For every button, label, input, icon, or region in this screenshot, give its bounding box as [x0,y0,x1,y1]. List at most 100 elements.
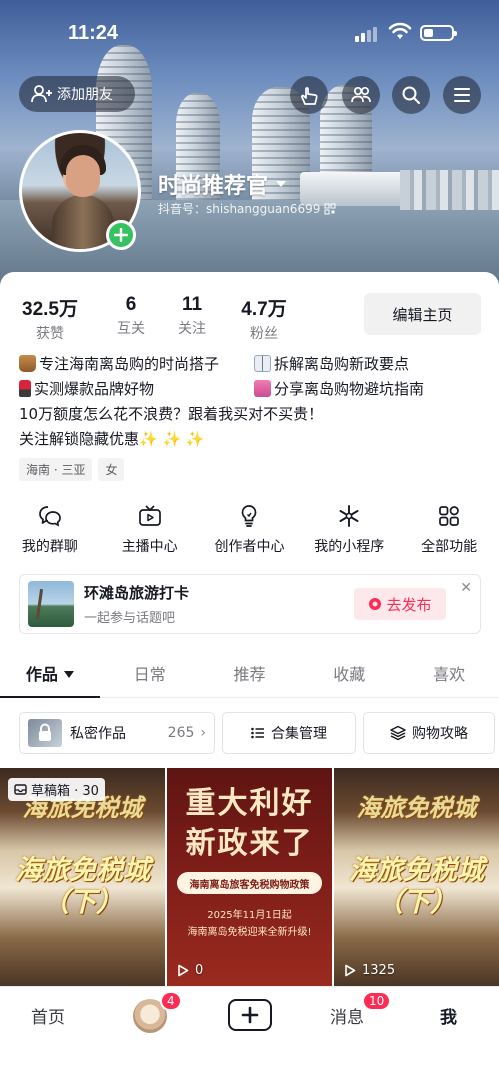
thumbnail-title: 重大利好 [185,786,314,821]
thumbnail-desc: 海南离岛免税迎来全新升级! [187,927,312,938]
draft-box-icon [14,784,27,795]
topic-card[interactable]: 环滩岛旅游打卡 一起参与话题吧 去发布 ✕ [19,574,481,634]
tab-works[interactable]: 作品 [0,654,100,698]
topic-title: 环滩岛旅游打卡 [84,584,190,602]
nav-me[interactable]: 我 [440,1003,457,1028]
video-thumbnail-drafts[interactable]: 海旅免税城 海旅免税城 （下） 草稿箱 · 30 [0,768,165,986]
followers-button[interactable] [342,76,380,114]
tool-streamer-center[interactable]: 主播中心 [100,504,200,556]
video-thumbnail[interactable]: 海旅免税城 海旅免税城 （下） 1325 [334,768,499,986]
private-works-button[interactable]: 私密作品 265 › [19,712,215,754]
go-post-button[interactable]: 去发布 [354,588,446,620]
status-bar: 11:24 [0,0,499,66]
stat-fans[interactable]: 4.7万 粉丝 [237,294,291,343]
stat-value: 32.5万 [22,299,78,320]
plus-icon [114,228,128,242]
status-time: 11:24 [68,22,119,44]
tab-likes[interactable]: 喜欢 [399,654,499,697]
handbag-icon [19,355,36,372]
chevron-down-icon [276,181,287,187]
thumbnail-date: 2025年11月1日起 [207,910,292,921]
video-thumbnail[interactable]: 重大利好 新政来了 海南离岛旅客免税购物政策 2025年11月1日起 海南离岛免… [167,768,332,986]
content-tabs: 作品 日常 推荐 收藏 喜欢 [0,654,499,698]
stat-value: 6 [125,294,137,315]
create-button[interactable] [228,999,272,1031]
cell-signal-icon [355,27,377,42]
edit-profile-button[interactable]: 编辑主页 [364,293,481,335]
tool-my-mini-programs[interactable]: 我的小程序 [299,504,399,556]
shopping-guide-label: 购物攻略 [412,726,468,742]
location-tag[interactable]: 海南 · 三亚 [19,458,93,481]
stats-row: 32.5万 获赞 6 互关 11 关注 4.7万 粉丝 [19,294,291,343]
stat-value: 4.7万 [241,299,287,320]
play-count-value: 1325 [362,963,396,978]
people-icon [351,86,371,103]
tab-label: 作品 [25,665,58,684]
menu-button[interactable] [443,76,481,114]
wifi-icon [388,22,412,39]
douyin-id[interactable]: 抖音号：shishangguan6699 [158,200,336,217]
layers-icon [390,725,406,741]
thumbnail-pill: 海南离岛旅客免税购物政策 [177,872,322,894]
asterisk-icon [339,505,359,527]
bio-text: 实测爆款品牌好物 [34,380,155,398]
tap-hand-icon [301,87,318,105]
gender-tag[interactable]: 女 [98,458,125,481]
play-count: 0 [177,963,203,978]
avatar-body [52,195,114,249]
grid-apps-icon [439,506,459,526]
play-icon [178,964,189,977]
nickname-text: 时尚推荐官 [158,174,269,199]
banner-skyline [400,170,499,210]
lipstick-icon [19,380,31,397]
search-button[interactable] [392,76,430,114]
nav-messages[interactable]: 消息 [330,1003,364,1028]
tab-favorites[interactable]: 收藏 [299,654,399,697]
tab-recommended[interactable]: 推荐 [200,654,300,697]
visitor-button[interactable] [290,76,328,114]
works-subbar: 私密作品 265 › 合集管理 购物攻略 [19,712,495,754]
add-friend-label: 添加朋友 [57,87,113,103]
tool-row: 我的群聊 主播中心 创作者中心 我的小程序 全部功能 [0,504,499,556]
group-chat-icon [39,506,61,527]
tool-label: 创作者中心 [214,539,285,555]
bottom-nav: 首页 4 消息 10 我 [0,986,499,1083]
stat-label: 互关 [117,321,145,337]
stat-likes[interactable]: 32.5万 获赞 [19,294,81,343]
lock-icon [28,719,62,747]
messages-badge: 10 [362,991,392,1011]
sparkles-icon: ✨ ✨ ✨ [139,430,205,448]
play-icon [345,964,356,977]
shopping-guide-button[interactable]: 购物攻略 [363,712,495,754]
profile-bio: 专注海南离岛购的时尚搭子 拆解离岛购新政要点 实测爆款品牌好物 分享离岛购物避坑… [19,352,484,452]
battery-icon [420,25,457,41]
private-works-label: 私密作品 [70,726,126,742]
collection-manage-button[interactable]: 合集管理 [222,712,356,754]
add-friend-button[interactable]: 添加朋友 [19,76,135,112]
nav-home[interactable]: 首页 [31,1003,65,1028]
stat-mutual[interactable]: 6 互关 [101,294,161,343]
tool-my-group-chat[interactable]: 我的群聊 [0,504,100,556]
tool-creator-center[interactable]: 创作者中心 [200,504,300,556]
tool-all-features[interactable]: 全部功能 [399,504,499,556]
douyin-id-text: 抖音号：shishangguan6699 [158,202,321,216]
bio-text: 10万额度怎么花不浪费？跟着我买对不买贵！ [19,405,324,423]
thumbnail-title: 海旅免税城 [356,794,477,822]
add-story-button[interactable] [106,220,136,250]
tool-label: 主播中心 [121,539,178,555]
friends-badge: 4 [160,991,182,1011]
thumbnail-title: 新政来了 [185,826,314,861]
close-icon[interactable]: ✕ [460,580,472,596]
tab-daily[interactable]: 日常 [100,654,200,697]
qr-code-icon [324,203,336,214]
stat-following[interactable]: 11 关注 [167,294,217,343]
collection-manage-label: 合集管理 [271,726,327,742]
stat-label: 获赞 [36,326,64,342]
record-icon [369,598,382,610]
profile-nickname[interactable]: 时尚推荐官 [158,168,287,200]
profile-card: 32.5万 获赞 6 互关 11 关注 4.7万 粉丝 编辑主页 专注海南离岛购… [0,272,499,1083]
plus-icon [241,1006,259,1024]
private-works-count: 265 [167,725,195,741]
go-post-label: 去发布 [386,595,432,614]
list-icon [251,727,264,739]
